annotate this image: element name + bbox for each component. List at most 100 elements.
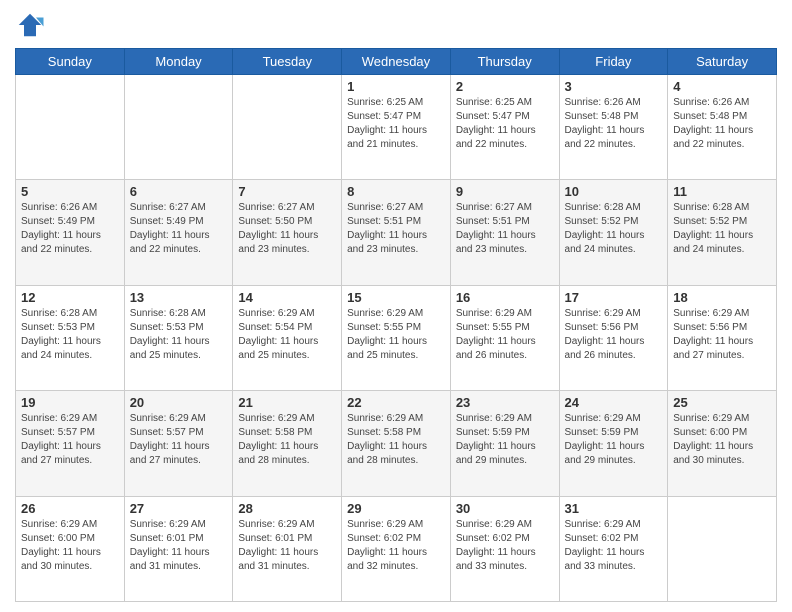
weekday-header-thursday: Thursday xyxy=(450,49,559,75)
day-info: Sunrise: 6:29 AM Sunset: 5:59 PM Dayligh… xyxy=(565,412,663,468)
calendar-cell: 18 Sunrise: 6:29 AM Sunset: 5:56 PM Dayli… xyxy=(668,285,777,390)
day-info: Sunrise: 6:29 AM Sunset: 5:58 PM Dayligh… xyxy=(347,412,445,468)
calendar-cell: 26Sunrise: 6:29 AM Sunset: 6:00 PM Dayli… xyxy=(16,496,125,601)
weekday-header-row: SundayMondayTuesdayWednesdayThursdayFrid… xyxy=(16,49,777,75)
calendar-cell: 7 Sunrise: 6:27 AM Sunset: 5:50 PM Daylig… xyxy=(233,180,342,285)
calendar-cell: 13 Sunrise: 6:28 AM Sunset: 5:53 PM Dayli… xyxy=(124,285,233,390)
day-info: Sunrise: 6:26 AM Sunset: 5:48 PM Dayligh… xyxy=(673,96,771,152)
day-info: Sunrise: 6:29 AM Sunset: 6:02 PM Dayligh… xyxy=(456,518,554,574)
calendar-cell: 11 Sunrise: 6:28 AM Sunset: 5:52 PM Dayli… xyxy=(668,180,777,285)
calendar-cell: 6Sunrise: 6:27 AM Sunset: 5:49 PM Daylig… xyxy=(124,180,233,285)
calendar-cell: 27Sunrise: 6:29 AM Sunset: 6:01 PM Dayli… xyxy=(124,496,233,601)
calendar-cell: 17 Sunrise: 6:29 AM Sunset: 5:56 PM Dayli… xyxy=(559,285,668,390)
day-info: Sunrise: 6:29 AM Sunset: 5:56 PM Dayligh… xyxy=(673,307,771,363)
calendar-cell: 20Sunrise: 6:29 AM Sunset: 5:57 PM Dayli… xyxy=(124,391,233,496)
logo xyxy=(15,10,49,40)
day-number: 1 xyxy=(347,79,445,94)
day-number: 7 xyxy=(238,184,336,199)
calendar-table: SundayMondayTuesdayWednesdayThursdayFrid… xyxy=(15,48,777,602)
day-info: Sunrise: 6:26 AM Sunset: 5:49 PM Dayligh… xyxy=(21,201,119,257)
day-info: Sunrise: 6:28 AM Sunset: 5:53 PM Dayligh… xyxy=(130,307,228,363)
day-info: Sunrise: 6:28 AM Sunset: 5:52 PM Dayligh… xyxy=(565,201,663,257)
weekday-header-tuesday: Tuesday xyxy=(233,49,342,75)
day-number: 15 xyxy=(347,290,445,305)
calendar-cell: 5 Sunrise: 6:26 AM Sunset: 5:49 PM Daylig… xyxy=(16,180,125,285)
day-number: 25 xyxy=(673,395,771,410)
day-number: 28 xyxy=(238,501,336,516)
calendar-cell xyxy=(124,75,233,180)
day-number: 17 xyxy=(565,290,663,305)
day-number: 13 xyxy=(130,290,228,305)
calendar-week-row: 1 Sunrise: 6:25 AM Sunset: 5:47 PM Daylig… xyxy=(16,75,777,180)
day-number: 22 xyxy=(347,395,445,410)
calendar-cell xyxy=(233,75,342,180)
day-number: 23 xyxy=(456,395,554,410)
logo-icon xyxy=(15,10,45,40)
day-info: Sunrise: 6:29 AM Sunset: 6:00 PM Dayligh… xyxy=(21,518,119,574)
calendar-cell: 2 Sunrise: 6:25 AM Sunset: 5:47 PM Daylig… xyxy=(450,75,559,180)
day-info: Sunrise: 6:28 AM Sunset: 5:52 PM Dayligh… xyxy=(673,201,771,257)
calendar-cell: 30 Sunrise: 6:29 AM Sunset: 6:02 PM Dayli… xyxy=(450,496,559,601)
day-number: 8 xyxy=(347,184,445,199)
calendar-week-row: 19 Sunrise: 6:29 AM Sunset: 5:57 PM Dayli… xyxy=(16,391,777,496)
weekday-header-saturday: Saturday xyxy=(668,49,777,75)
day-number: 31 xyxy=(565,501,663,516)
day-info: Sunrise: 6:29 AM Sunset: 5:58 PM Dayligh… xyxy=(238,412,336,468)
calendar-cell: 29 Sunrise: 6:29 AM Sunset: 6:02 PM Dayli… xyxy=(342,496,451,601)
weekday-header-wednesday: Wednesday xyxy=(342,49,451,75)
calendar-cell: 4 Sunrise: 6:26 AM Sunset: 5:48 PM Daylig… xyxy=(668,75,777,180)
day-info: Sunrise: 6:27 AM Sunset: 5:51 PM Dayligh… xyxy=(456,201,554,257)
day-info: Sunrise: 6:29 AM Sunset: 5:59 PM Dayligh… xyxy=(456,412,554,468)
day-number: 21 xyxy=(238,395,336,410)
day-number: 16 xyxy=(456,290,554,305)
calendar-cell: 25 Sunrise: 6:29 AM Sunset: 6:00 PM Dayli… xyxy=(668,391,777,496)
calendar-cell: 31 Sunrise: 6:29 AM Sunset: 6:02 PM Dayli… xyxy=(559,496,668,601)
calendar-cell: 24Sunrise: 6:29 AM Sunset: 5:59 PM Dayli… xyxy=(559,391,668,496)
day-info: Sunrise: 6:29 AM Sunset: 6:00 PM Dayligh… xyxy=(673,412,771,468)
day-number: 14 xyxy=(238,290,336,305)
day-number: 30 xyxy=(456,501,554,516)
day-number: 12 xyxy=(21,290,119,305)
day-number: 19 xyxy=(21,395,119,410)
day-number: 4 xyxy=(673,79,771,94)
calendar-week-row: 12 Sunrise: 6:28 AM Sunset: 5:53 PM Dayli… xyxy=(16,285,777,390)
day-number: 9 xyxy=(456,184,554,199)
day-info: Sunrise: 6:29 AM Sunset: 5:56 PM Dayligh… xyxy=(565,307,663,363)
calendar-cell: 3Sunrise: 6:26 AM Sunset: 5:48 PM Daylig… xyxy=(559,75,668,180)
calendar-cell: 28 Sunrise: 6:29 AM Sunset: 6:01 PM Dayli… xyxy=(233,496,342,601)
calendar-cell: 16 Sunrise: 6:29 AM Sunset: 5:55 PM Dayli… xyxy=(450,285,559,390)
day-info: Sunrise: 6:29 AM Sunset: 5:55 PM Dayligh… xyxy=(456,307,554,363)
day-number: 18 xyxy=(673,290,771,305)
day-info: Sunrise: 6:25 AM Sunset: 5:47 PM Dayligh… xyxy=(347,96,445,152)
day-info: Sunrise: 6:29 AM Sunset: 6:02 PM Dayligh… xyxy=(347,518,445,574)
day-number: 2 xyxy=(456,79,554,94)
calendar-week-row: 26Sunrise: 6:29 AM Sunset: 6:00 PM Dayli… xyxy=(16,496,777,601)
calendar-cell: 19 Sunrise: 6:29 AM Sunset: 5:57 PM Dayli… xyxy=(16,391,125,496)
day-info: Sunrise: 6:29 AM Sunset: 5:57 PM Dayligh… xyxy=(21,412,119,468)
day-info: Sunrise: 6:25 AM Sunset: 5:47 PM Dayligh… xyxy=(456,96,554,152)
calendar-cell: 15 Sunrise: 6:29 AM Sunset: 5:55 PM Dayli… xyxy=(342,285,451,390)
weekday-header-friday: Friday xyxy=(559,49,668,75)
calendar-cell: 14 Sunrise: 6:29 AM Sunset: 5:54 PM Dayli… xyxy=(233,285,342,390)
calendar-cell: 12 Sunrise: 6:28 AM Sunset: 5:53 PM Dayli… xyxy=(16,285,125,390)
day-info: Sunrise: 6:27 AM Sunset: 5:50 PM Dayligh… xyxy=(238,201,336,257)
day-number: 10 xyxy=(565,184,663,199)
day-info: Sunrise: 6:27 AM Sunset: 5:49 PM Dayligh… xyxy=(130,201,228,257)
day-info: Sunrise: 6:29 AM Sunset: 6:02 PM Dayligh… xyxy=(565,518,663,574)
day-number: 29 xyxy=(347,501,445,516)
calendar-cell xyxy=(16,75,125,180)
day-number: 5 xyxy=(21,184,119,199)
day-info: Sunrise: 6:29 AM Sunset: 5:55 PM Dayligh… xyxy=(347,307,445,363)
calendar-cell: 1 Sunrise: 6:25 AM Sunset: 5:47 PM Daylig… xyxy=(342,75,451,180)
weekday-header-monday: Monday xyxy=(124,49,233,75)
day-info: Sunrise: 6:28 AM Sunset: 5:53 PM Dayligh… xyxy=(21,307,119,363)
day-info: Sunrise: 6:29 AM Sunset: 6:01 PM Dayligh… xyxy=(238,518,336,574)
calendar-cell: 21 Sunrise: 6:29 AM Sunset: 5:58 PM Dayli… xyxy=(233,391,342,496)
calendar-page: SundayMondayTuesdayWednesdayThursdayFrid… xyxy=(0,0,792,612)
calendar-cell xyxy=(668,496,777,601)
day-number: 11 xyxy=(673,184,771,199)
day-number: 27 xyxy=(130,501,228,516)
calendar-cell: 10 Sunrise: 6:28 AM Sunset: 5:52 PM Dayli… xyxy=(559,180,668,285)
day-info: Sunrise: 6:29 AM Sunset: 5:54 PM Dayligh… xyxy=(238,307,336,363)
calendar-cell: 22 Sunrise: 6:29 AM Sunset: 5:58 PM Dayli… xyxy=(342,391,451,496)
